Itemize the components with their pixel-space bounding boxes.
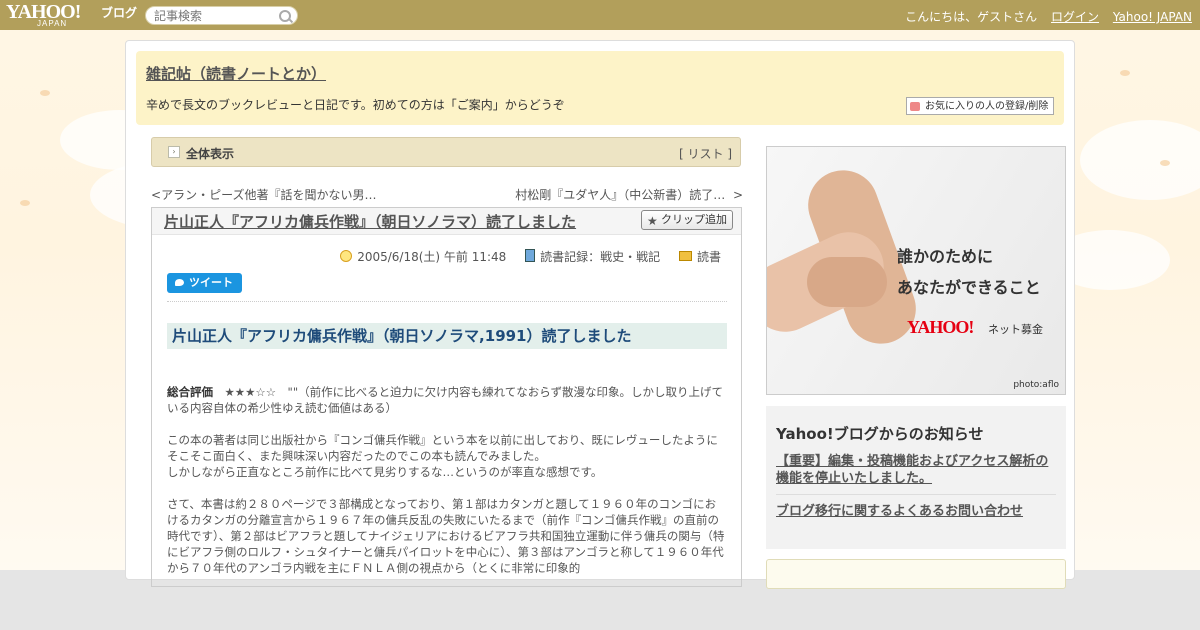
article-header: 片山正人『アフリカ傭兵作戦』（朝日ソノラマ）読了しました ★ クリップ追加 xyxy=(152,208,741,235)
favorite-register-button[interactable]: お気に入りの人の登録/削除 xyxy=(906,97,1054,115)
blog-description: 辛めで長文のブックレビューと日記です。初めての方は「ご案内」からどうぞ xyxy=(146,98,565,112)
greeting-text: こんにちは、ゲストさん xyxy=(905,10,1038,24)
main-container: 雑記帖（読書ノートとか） 辛めで長文のブックレビューと日記です。初めての方は「ご… xyxy=(125,40,1075,589)
divider xyxy=(167,301,727,302)
notice-title: Yahoo!ブログからのお知らせ xyxy=(776,425,984,443)
rating-paragraph: 総合評価 ★★★☆☆ ""（前作に比べると迫力に欠け内容も練れてなおらず散漫な印… xyxy=(167,384,727,416)
list-link[interactable]: リスト xyxy=(687,147,723,161)
ad-photo-hand xyxy=(807,257,887,307)
category-link[interactable]: 読書記録：戦史・戦記 xyxy=(540,250,660,264)
blog-logo-text[interactable]: ブログ xyxy=(101,4,137,21)
article-meta: 2005/6/18(土) 午前 11:48 読書記録：戦史・戦記 読書 xyxy=(340,248,721,265)
star-icon: ★ xyxy=(647,214,658,228)
clip-button-label: クリップ追加 xyxy=(661,213,727,226)
article: 片山正人『アフリカ傭兵作戦』（朝日ソノラマ）読了しました ★ クリップ追加 20… xyxy=(151,207,742,587)
top-bar: YAHOO! JAPAN ブログ こんにちは、ゲストさん ログイン Yahoo!… xyxy=(0,0,1200,30)
prev-article-link[interactable]: アラン・ピーズ他著『話を聞かない男… xyxy=(161,188,376,202)
chevron-right-icon: › xyxy=(168,146,180,158)
divider xyxy=(776,494,1056,495)
folder-link[interactable]: 読書 xyxy=(697,250,721,264)
body-paragraph: さて、本書は約２８０ページで３部構成となっており、第１部はカタンガと題して１９６… xyxy=(167,497,725,575)
ad-tagline: ネット募金 xyxy=(988,323,1043,336)
tweet-button[interactable]: ツイート xyxy=(167,273,242,293)
twitter-bird-icon xyxy=(175,279,184,286)
tweet-label: ツイート xyxy=(189,276,233,289)
ad-headline-2: あなたができること xyxy=(897,278,1041,297)
heart-icon xyxy=(910,102,920,111)
clock-icon xyxy=(340,250,353,262)
article-title[interactable]: 片山正人『アフリカ傭兵作戦』（朝日ソノラマ）読了しました xyxy=(164,211,576,232)
rating-label: 総合評価 xyxy=(167,385,213,399)
sidebar-box xyxy=(766,559,1066,589)
user-greeting: こんにちは、ゲストさん ログイン Yahoo! JAPAN xyxy=(905,8,1192,25)
article-subtitle: 片山正人『アフリカ傭兵作戦』（朝日ソノラマ,1991）読了しました xyxy=(167,323,727,349)
view-all-bar: › 全体表示 [ リスト ] xyxy=(151,137,741,167)
next-article: 村松剛『ユダヤ人』（中公新書）読了… > xyxy=(515,188,743,202)
ad-yahoo-logo: YAHOO! xyxy=(907,317,974,337)
body-paragraph: この本の著者は同じ出版社から『コンゴ傭兵作戦』という本を以前に出しており、既にレ… xyxy=(167,433,718,479)
rating-text: ★★★☆☆ ""（前作に比べると迫力に欠け内容も練れてなおらず散漫な印象。しかし… xyxy=(167,385,724,415)
article-search xyxy=(145,6,298,25)
list-toggle: [ リスト ] xyxy=(678,147,732,161)
login-link[interactable]: ログイン xyxy=(1051,10,1099,24)
search-icon[interactable] xyxy=(279,10,291,22)
blog-title[interactable]: 雑記帖（読書ノートとか） xyxy=(146,63,326,84)
notice-link-faq[interactable]: ブログ移行に関するよくあるお問い合わせ xyxy=(776,500,1023,519)
blog-header: 雑記帖（読書ノートとか） 辛めで長文のブックレビューと日記です。初めての方は「ご… xyxy=(136,51,1064,125)
notice-link-important[interactable]: 【重要】編集・投稿機能およびアクセス解析の機能を停止いたしました。 xyxy=(776,453,1058,487)
ad-photo-credit: photo:aflo xyxy=(1013,380,1059,390)
yahoo-japan-link[interactable]: Yahoo! JAPAN xyxy=(1113,10,1192,24)
article-body: 総合評価 ★★★☆☆ ""（前作に比べると迫力に欠け内容も練れてなおらず散漫な印… xyxy=(167,384,727,592)
clip-add-button[interactable]: ★ クリップ追加 xyxy=(641,210,733,230)
prev-article: <アラン・ピーズ他著『話を聞かない男… xyxy=(151,188,377,202)
book-icon xyxy=(525,249,536,262)
favorite-button-label: お気に入りの人の登録/削除 xyxy=(925,101,1049,112)
notice-box: Yahoo!ブログからのお知らせ 【重要】編集・投稿機能およびアクセス解析の機能… xyxy=(766,406,1066,549)
view-all-label[interactable]: 全体表示 xyxy=(186,145,234,162)
yahoo-logo-sub: JAPAN xyxy=(37,19,68,28)
ad-headline-1: 誰かのために xyxy=(897,247,994,266)
article-date-link[interactable]: 2005/6/18(土) 午前 11:48 xyxy=(357,250,506,264)
charity-ad-banner[interactable]: 誰かのために あなたができること YAHOO! ネット募金 photo:aflo xyxy=(766,146,1066,395)
search-input[interactable] xyxy=(154,9,274,23)
folder-icon xyxy=(678,251,692,261)
next-article-link[interactable]: 村松剛『ユダヤ人』（中公新書）読了… xyxy=(515,188,725,202)
